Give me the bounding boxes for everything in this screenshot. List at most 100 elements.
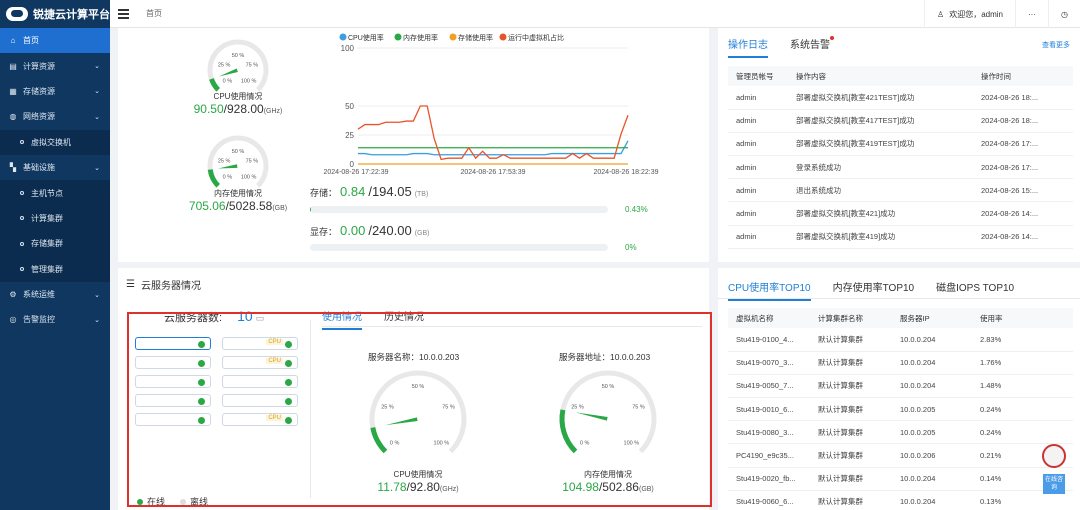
robot-mascot-icon xyxy=(1042,444,1066,468)
top10-cell: 默认计算集群 xyxy=(810,443,892,468)
y-tick-label: 25 xyxy=(345,131,354,140)
sidebar-item-0[interactable]: ⌂ 首页 xyxy=(0,28,110,54)
top10-table: 虚拟机名称 计算集群名称 服务器IP 使用率 Stu419-0100_4... 默… xyxy=(728,308,1073,510)
sidebar-item-label: 系统运维 xyxy=(23,290,55,300)
brand-logo[interactable]: 锐捷云计算平台 xyxy=(0,0,110,28)
top10-col-usage: 使用率 xyxy=(972,308,1073,328)
sidebar-item-11[interactable]: ◎ 告警监控 ⌄ xyxy=(0,307,110,332)
top10-cell: 10.0.0.205 xyxy=(892,397,972,422)
log-cell: 部署虚拟交换机[教室419]成功 xyxy=(788,225,973,249)
cpu-unit: (GHz) xyxy=(263,108,283,115)
alarm-dot-icon xyxy=(830,36,834,40)
vram-used: 0.00 xyxy=(340,223,366,238)
chevron-down-icon: ⌄ xyxy=(94,113,100,121)
top10-row[interactable]: Stu419-0060_6... 默认计算集群 10.0.0.204 0.13% xyxy=(728,490,1073,510)
y-tick-label: 100 xyxy=(341,44,355,53)
storage-progress-bar xyxy=(310,206,608,213)
log-row: admin 部署虚拟交换机[教室417TEST]成功 2024-08-26 18:.… xyxy=(728,109,1073,133)
storage-label: 存储： xyxy=(310,188,338,198)
top10-cell: PC4190_e9c35... xyxy=(728,443,810,468)
legend-swatch xyxy=(394,33,402,41)
top10-cell: Stu419-0010_6... xyxy=(728,397,810,422)
sidebar-item-3[interactable]: ◍ 网络资源 ⌄ xyxy=(0,104,110,129)
log-cell: admin xyxy=(728,225,788,249)
tab-operation-log[interactable]: 操作日志 xyxy=(728,36,768,58)
sidebar-item-8[interactable]: 存储集群 xyxy=(0,231,110,257)
top10-cell: 10.0.0.204 xyxy=(892,328,972,352)
chevron-down-icon: ⌄ xyxy=(94,291,100,299)
mem-used: 705.06 xyxy=(188,199,226,213)
log-panel: 操作日志 系统告警 查看更多 管理员帐号 操作内容 操作时间 admin 部署虚拟… xyxy=(718,28,1080,262)
sidebar-item-9[interactable]: 管理集群 xyxy=(0,256,110,282)
sidebar-item-1[interactable]: ▤ 计算资源 ⌄ xyxy=(0,53,110,78)
legend-swatch xyxy=(339,33,347,41)
log-cell: 部署虚拟交换机[教室421]成功 xyxy=(788,201,973,226)
app-title: 锐捷云计算平台 xyxy=(33,9,110,21)
log-tabs: 操作日志 系统告警 xyxy=(728,36,834,58)
x-tick-label: 2024-08-26 17:22:39 xyxy=(324,169,389,176)
sidebar-item-label: 首页 xyxy=(23,36,39,46)
breadcrumb[interactable]: 首页 xyxy=(146,8,162,19)
log-cell: admin xyxy=(728,109,788,133)
top10-panel: CPU使用率TOP10 内存使用率TOP10 磁盘IOPS TOP10 虚拟机名… xyxy=(718,268,1080,510)
server-list-icon: ☰ xyxy=(126,279,135,290)
top10-row[interactable]: PC4190_e9c35... 默认计算集群 10.0.0.206 0.21% xyxy=(728,443,1073,468)
log-cell: 部署虚拟交换机[教室421TEST]成功 xyxy=(788,86,973,110)
sidebar-item-2[interactable]: ▦ 存储资源 ⌄ xyxy=(0,79,110,104)
cpu-gauge: 0 % 25 %50 %75 % 100 % xyxy=(207,39,269,92)
log-row: admin 登录系统成功 2024-08-26 17:... xyxy=(728,155,1073,180)
top10-cell: 默认计算集群 xyxy=(810,351,892,375)
top10-cell: 10.0.0.205 xyxy=(892,420,972,445)
top10-row[interactable]: Stu419-0010_6... 默认计算集群 10.0.0.205 0.24% xyxy=(728,397,1073,422)
sidebar-item-label: 管理集群 xyxy=(31,264,63,274)
clock-icon[interactable]: ◷ xyxy=(1048,0,1080,28)
sidebar-item-label: 计算集群 xyxy=(31,213,63,223)
gauge-tick-label: 100 % xyxy=(241,175,257,181)
top10-row[interactable]: Stu419-0100_4... 默认计算集群 10.0.0.204 2.83% xyxy=(728,328,1073,352)
log-row: admin 部署虚拟交换机[教室421]成功 2024-08-26 14:... xyxy=(728,201,1073,226)
server-panel-title: 云服务器情况 xyxy=(140,281,201,292)
sidebar-item-5[interactable]: ▚ 基础设施 ⌄ xyxy=(0,155,110,180)
welcome-text: 欢迎您，admin xyxy=(949,9,1004,19)
tab-system-alarm[interactable]: 系统告警 xyxy=(790,36,834,58)
top10-cell: 1.76% xyxy=(972,351,1073,375)
top10-cell: 10.0.0.204 xyxy=(892,351,972,375)
menu-toggle-icon[interactable] xyxy=(110,8,136,19)
top10-row[interactable]: Stu419-0070_3... 默认计算集群 10.0.0.204 1.76% xyxy=(728,351,1073,375)
series-line-3 xyxy=(357,105,629,161)
sidebar-item-10[interactable]: ⚙ 系统运维 ⌄ xyxy=(0,282,110,307)
x-tick-label: 2024-08-26 17:53:39 xyxy=(461,169,526,176)
top10-row[interactable]: Stu419-0050_7... 默认计算集群 10.0.0.204 1.48% xyxy=(728,374,1073,399)
log-row: admin 部署虚拟交换机[教室419]成功 2024-08-26 14:... xyxy=(728,225,1073,249)
cpu-total: /928.00 xyxy=(223,102,264,116)
sidebar-item-4[interactable]: 虚拟交换机 xyxy=(0,129,110,155)
mem-unit: (GB) xyxy=(272,205,288,212)
log-col-content: 操作内容 xyxy=(788,66,973,86)
top10-cell: Stu419-0070_3... xyxy=(728,351,810,375)
home-icon: ⌂ xyxy=(10,36,16,46)
view-more-link[interactable]: 查看更多 xyxy=(1042,40,1070,50)
top10-row[interactable]: Stu419-0020_fb... 默认计算集群 10.0.0.204 0.14% xyxy=(728,467,1073,491)
y-tick-label: 50 xyxy=(345,102,354,111)
log-row: admin 退出系统成功 2024-08-26 15:... xyxy=(728,178,1073,203)
sidebar-item-label: 存储集群 xyxy=(31,239,63,249)
highlight-frame xyxy=(127,312,712,507)
chevron-down-icon: ⌄ xyxy=(94,316,100,324)
gauge-tick-label: 25 % xyxy=(218,62,231,68)
gear-icon: ⚙ xyxy=(9,290,17,300)
mem-gauge: 0 % 25 %50 %75 % 100 % xyxy=(207,135,269,188)
log-row: admin 部署虚拟交换机[教室419TEST]成功 2024-08-26 17:.… xyxy=(728,132,1073,157)
sidebar-item-6[interactable]: 主机节点 xyxy=(0,180,110,206)
resource-overview-panel: 0 % 25 % 50 % 75 % 100 % 0 % 25 % 50 % 75 % 100 %… xyxy=(118,28,709,262)
top10-row[interactable]: Stu419-0080_3... 默认计算集群 10.0.0.205 0.24% xyxy=(728,420,1073,445)
server-panel-header: ☰ 云服务器情况 xyxy=(126,277,201,292)
more-menu-button[interactable]: ··· xyxy=(1015,0,1048,28)
log-row: admin 部署虚拟交换机[教室421TEST]成功 2024-08-26 18:.… xyxy=(728,86,1073,110)
vram-progress-bar xyxy=(310,244,608,251)
user-menu[interactable]: ♙ 欢迎您，admin xyxy=(924,0,1015,28)
log-cell: 2024-08-26 18:... xyxy=(973,109,1073,133)
cloud-logo-icon xyxy=(6,7,28,21)
online-consult-button[interactable]: 在线咨询 xyxy=(1036,444,1072,506)
sidebar-item-7[interactable]: 计算集群 xyxy=(0,205,110,232)
top10-cell: 默认计算集群 xyxy=(810,490,892,510)
